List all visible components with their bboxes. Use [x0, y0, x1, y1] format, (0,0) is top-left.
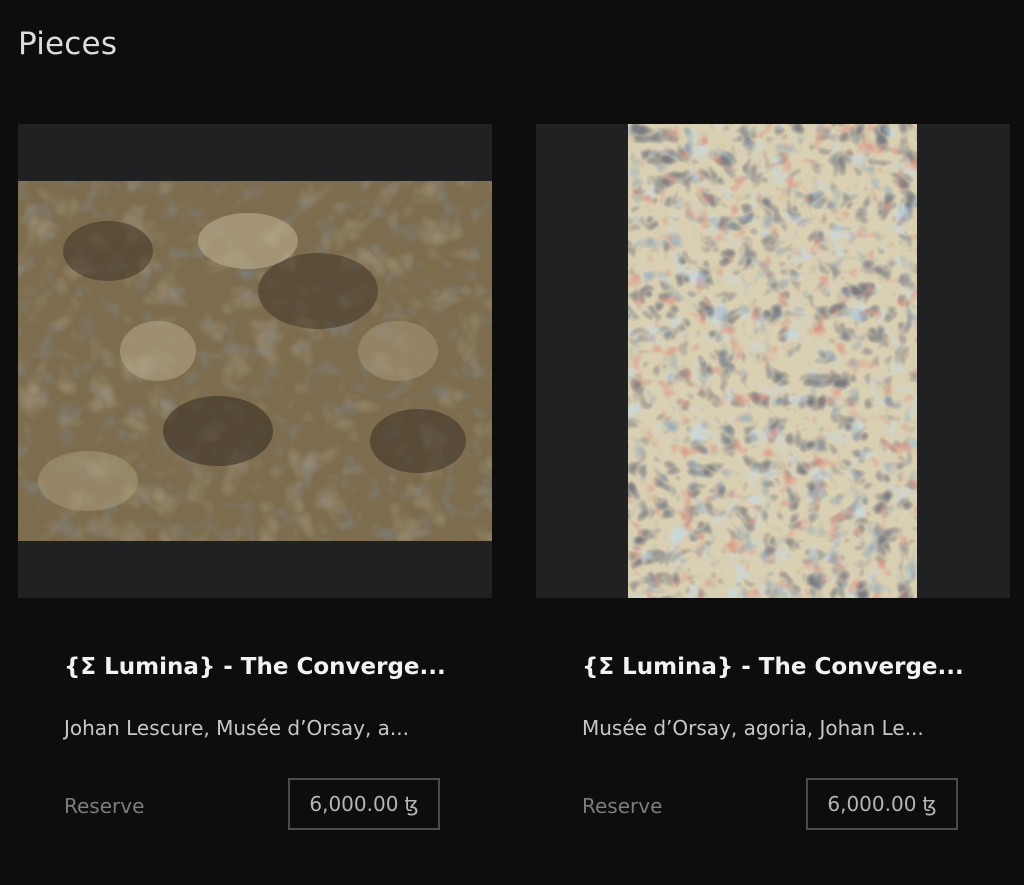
tezos-currency-icon: ꜩ [404, 792, 419, 816]
price-button[interactable]: 6,000.00 ꜩ [288, 778, 440, 830]
piece-artists[interactable]: Johan Lescure, Musée d’Orsay, a... [64, 716, 409, 740]
piece-card[interactable]: {Σ Lumina} - The Converge... Musée d’Ors… [536, 124, 1010, 830]
artwork-frame[interactable] [18, 124, 492, 598]
status-label: Reserve [64, 794, 145, 818]
price-value: 6,000.00 [827, 792, 917, 816]
piece-artists[interactable]: Musée d’Orsay, agoria, Johan Le... [582, 716, 924, 740]
piece-title[interactable]: {Σ Lumina} - The Converge... [582, 654, 964, 680]
artwork-frame[interactable] [536, 124, 1010, 598]
page-title: Pieces [18, 26, 118, 62]
piece-title[interactable]: {Σ Lumina} - The Converge... [64, 654, 446, 680]
artwork-image[interactable] [628, 124, 917, 598]
tezos-currency-icon: ꜩ [922, 792, 937, 816]
price-value: 6,000.00 [309, 792, 399, 816]
piece-card[interactable]: {Σ Lumina} - The Converge... Johan Lescu… [18, 124, 492, 830]
status-label: Reserve [582, 794, 663, 818]
price-button[interactable]: 6,000.00 ꜩ [806, 778, 958, 830]
artwork-image[interactable] [18, 181, 492, 541]
